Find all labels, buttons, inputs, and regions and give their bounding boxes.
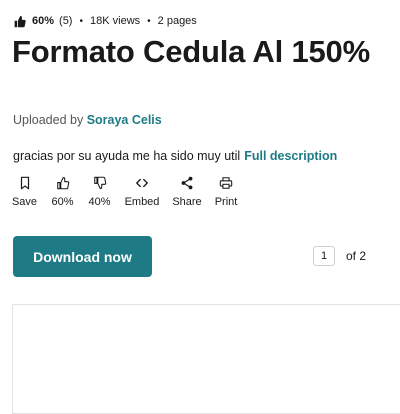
share-button[interactable]: Share bbox=[172, 175, 202, 208]
full-description-link[interactable]: Full description bbox=[244, 149, 337, 163]
uploader-line: Uploaded by Soraya Celis bbox=[13, 113, 162, 127]
document-stats: 60% (5) • 18K views • 2 pages bbox=[13, 13, 197, 29]
rating-count: (5) bbox=[59, 15, 73, 27]
page-total-label: of 2 bbox=[346, 249, 367, 263]
uploaded-by-label: Uploaded by bbox=[13, 113, 84, 127]
description-text: gracias por su ayuda me ha sido muy util bbox=[13, 149, 241, 163]
separator-dot: • bbox=[147, 15, 151, 27]
download-now-button[interactable]: Download now bbox=[13, 236, 152, 277]
like-button[interactable]: 60% bbox=[50, 175, 75, 208]
rating-percent: 60% bbox=[32, 15, 55, 27]
print-label: Print bbox=[214, 196, 238, 208]
views-count: 18K views bbox=[90, 15, 141, 27]
thumbs-up-icon bbox=[13, 15, 26, 28]
page-number-input[interactable] bbox=[313, 246, 335, 266]
embed-button[interactable]: Embed bbox=[124, 175, 160, 208]
embed-icon bbox=[134, 175, 150, 191]
pages-count: 2 pages bbox=[157, 15, 197, 27]
document-description: gracias por su ayuda me ha sido muy util… bbox=[13, 149, 337, 163]
dislike-button[interactable]: 40% bbox=[87, 175, 112, 208]
document-preview[interactable] bbox=[12, 304, 400, 414]
like-percent-label: 60% bbox=[51, 196, 74, 208]
embed-label: Embed bbox=[124, 196, 160, 208]
share-label: Share bbox=[172, 196, 202, 208]
separator-dot: • bbox=[79, 15, 83, 27]
print-icon bbox=[218, 175, 234, 191]
share-icon bbox=[179, 175, 195, 191]
save-button[interactable]: Save bbox=[12, 175, 37, 208]
uploader-name-link[interactable]: Soraya Celis bbox=[87, 113, 162, 127]
save-label: Save bbox=[11, 196, 38, 208]
bookmark-icon bbox=[17, 175, 33, 191]
print-button[interactable]: Print bbox=[213, 175, 239, 208]
document-title: Formato Cedula Al 150% bbox=[12, 34, 370, 69]
dislike-percent-label: 40% bbox=[88, 196, 111, 208]
thumbs-up-icon bbox=[55, 175, 71, 191]
thumbs-down-icon bbox=[92, 175, 108, 191]
page-navigator: of 2 bbox=[313, 246, 366, 266]
